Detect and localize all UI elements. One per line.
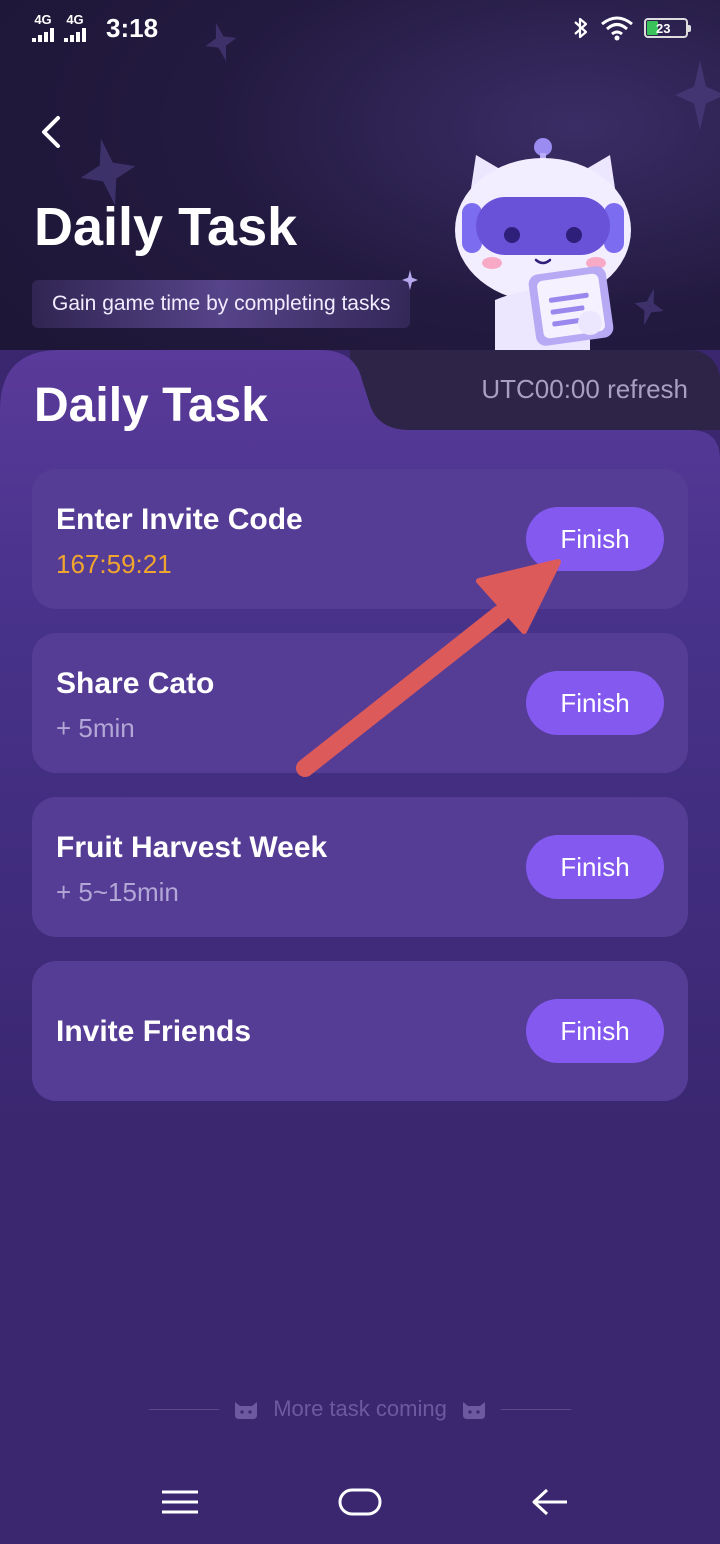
task-item-fruit-harvest-week: Fruit Harvest Week + 5~15min Finish: [32, 797, 688, 937]
task-item-invite-friends: Invite Friends Finish: [32, 961, 688, 1101]
finish-button[interactable]: Finish: [526, 671, 664, 735]
wifi-icon: [601, 16, 633, 41]
finish-button[interactable]: Finish: [526, 507, 664, 571]
panel-title: Daily Task: [34, 379, 268, 432]
menu-icon[interactable]: [157, 1482, 203, 1522]
more-tasks-note: More task coming: [0, 1396, 720, 1422]
task-name: Share Cato: [56, 667, 215, 700]
task-countdown: 167:59:21: [56, 549, 172, 579]
page-title: Daily Task: [34, 197, 298, 257]
divider: [500, 1408, 571, 1410]
signal-icon: 4G: [64, 13, 86, 42]
signal-icon: 4G: [32, 13, 54, 42]
robot-cat-mascot-icon: [455, 138, 631, 350]
finish-button[interactable]: Finish: [526, 835, 664, 899]
battery-icon: 23: [644, 18, 691, 38]
cat-face-icon: [462, 1402, 485, 1419]
system-nav-bar: [0, 1460, 720, 1544]
cat-face-icon: [235, 1402, 258, 1419]
divider: [149, 1408, 220, 1410]
task-item-share-cato: Share Cato + 5min Finish: [32, 633, 688, 773]
status-bar: 4G 4G 3:18 23: [0, 0, 720, 56]
more-tasks-text: More task coming: [273, 1396, 447, 1421]
task-name: Invite Friends: [56, 1015, 252, 1048]
task-item-enter-invite-code: Enter Invite Code 167:59:21 Finish: [32, 469, 688, 609]
home-icon[interactable]: [337, 1482, 383, 1522]
refresh-note: UTC00:00 refresh: [481, 374, 688, 404]
task-name: Fruit Harvest Week: [56, 831, 328, 864]
status-time: 3:18: [106, 12, 159, 43]
task-reward: + 5~15min: [56, 877, 179, 907]
battery-level: 23: [656, 20, 671, 36]
back-icon[interactable]: [527, 1482, 573, 1522]
back-arrow-icon[interactable]: [34, 110, 74, 154]
page-subtitle: Gain game time by completing tasks: [32, 280, 411, 328]
task-reward: + 5min: [56, 713, 135, 743]
subtitle-text: Gain game time by completing tasks: [52, 292, 391, 315]
sparkle-decoration: [675, 60, 720, 130]
task-name: Enter Invite Code: [56, 503, 303, 536]
finish-button[interactable]: Finish: [526, 999, 664, 1063]
bluetooth-icon: [574, 17, 588, 39]
